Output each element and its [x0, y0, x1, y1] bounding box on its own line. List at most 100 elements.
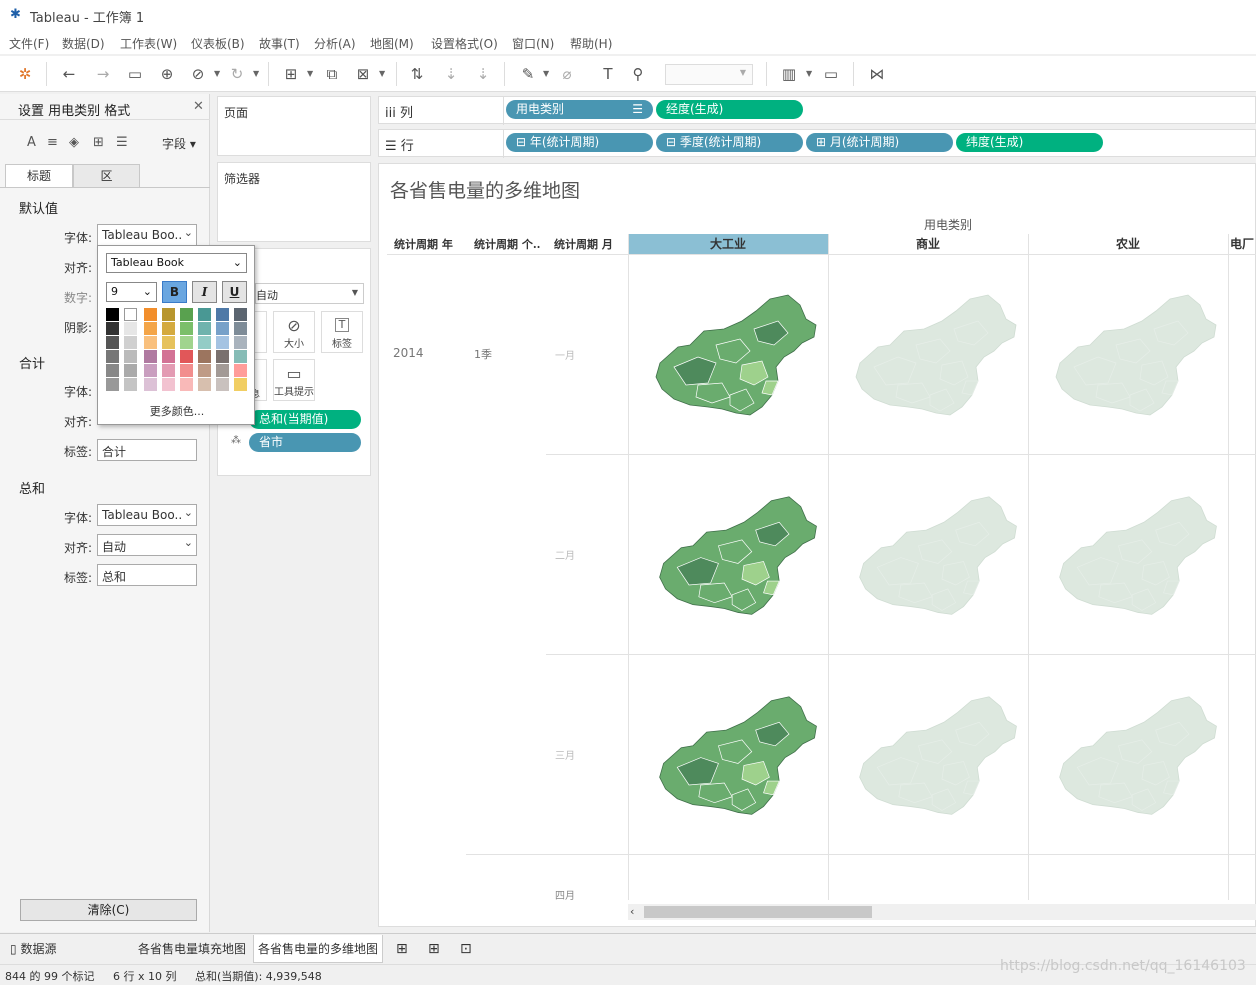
shading-icon[interactable]: ◈ [69, 135, 79, 150]
scroll-left-icon[interactable]: ‹ [630, 905, 634, 918]
color-swatch[interactable] [180, 364, 193, 377]
color-swatch[interactable] [216, 364, 229, 377]
color-swatch[interactable] [234, 364, 247, 377]
map-cell[interactable] [1028, 255, 1228, 455]
color-swatch[interactable] [124, 336, 137, 349]
category-header-power-plant[interactable]: 电厂 [1228, 234, 1256, 254]
row-pill-quarter[interactable]: ⊟ 季度(统计周期) [656, 133, 803, 152]
redo-icon[interactable]: → [92, 64, 114, 84]
fit-dropdown[interactable]: ▼ [665, 64, 753, 85]
color-swatch[interactable] [162, 322, 175, 335]
map-cell[interactable] [828, 455, 1028, 655]
color-swatch[interactable] [144, 308, 157, 321]
month-label-1[interactable]: 一月 [555, 347, 575, 362]
size-mark-button[interactable]: ⊘ 大小 [273, 311, 315, 353]
menu-help[interactable]: 帮助(H) [570, 35, 612, 52]
quarter-label[interactable]: 1季 [474, 346, 492, 362]
row-header-year[interactable]: 统计周期 年 [394, 236, 453, 252]
popup-size-dropdown[interactable]: 9 ⌄ [106, 282, 157, 302]
color-swatch[interactable] [162, 350, 175, 363]
color-swatch[interactable] [106, 350, 119, 363]
color-swatch[interactable] [198, 364, 211, 377]
filters-card[interactable]: 筛选器 [217, 162, 371, 242]
color-swatch[interactable] [106, 336, 119, 349]
month-label-4[interactable]: 四月 [555, 887, 575, 902]
month-label-2[interactable]: 二月 [555, 547, 575, 562]
color-swatch[interactable] [198, 308, 211, 321]
color-swatch[interactable] [234, 322, 247, 335]
year-label[interactable]: 2014 [393, 346, 424, 360]
swap-rows-columns-icon[interactable]: ⇅ [406, 64, 428, 84]
color-swatch[interactable] [234, 378, 247, 391]
refresh-icon[interactable]: ↻ [226, 64, 248, 84]
map-cell[interactable] [1028, 655, 1228, 855]
color-swatch[interactable] [144, 364, 157, 377]
fix-axes-icon[interactable]: ⚲ [627, 64, 649, 84]
presentation-mode-icon[interactable]: ▭ [820, 64, 842, 84]
category-header-commerce[interactable]: 商业 [828, 234, 1028, 254]
bold-button[interactable]: B [162, 281, 187, 303]
label-mark-button[interactable]: T 标签 [321, 311, 363, 353]
new-datasource-icon[interactable]: ⊕ [156, 64, 178, 84]
color-swatch[interactable] [216, 308, 229, 321]
column-pill-category[interactable]: 用电类别 ☰ [506, 100, 653, 119]
group-members-icon[interactable]: ⌀ [556, 64, 578, 84]
subtotal-label-field[interactable]: 合计 [97, 439, 197, 461]
new-dashboard-tab-icon[interactable]: ⊞ [424, 935, 444, 963]
row-header-month[interactable]: 统计周期 月 [554, 236, 613, 252]
color-swatch[interactable] [234, 350, 247, 363]
category-header-industry[interactable]: 大工业 [628, 234, 828, 254]
menu-file[interactable]: 文件(F) [9, 35, 49, 52]
sum-current-value-pill[interactable]: 总和(当期值) [249, 410, 361, 429]
show-mark-labels-icon[interactable]: T [597, 64, 619, 84]
menu-dashboard[interactable]: 仪表板(B) [191, 35, 245, 52]
row-header-quarter[interactable]: 统计周期 个.. [474, 236, 541, 252]
color-swatch[interactable] [216, 350, 229, 363]
category-header-agriculture[interactable]: 农业 [1028, 234, 1228, 254]
color-swatch[interactable] [106, 364, 119, 377]
row-pill-month[interactable]: ⊞ 月(统计周期) [806, 133, 953, 152]
color-swatch[interactable] [198, 378, 211, 391]
sort-descending-icon[interactable]: ⇣ [472, 64, 494, 84]
new-worksheet-tab-icon[interactable]: ⊞ [392, 935, 412, 963]
tab-header[interactable]: 标题 [5, 164, 73, 188]
map-cell[interactable] [628, 255, 828, 455]
menu-window[interactable]: 窗口(N) [512, 35, 554, 52]
close-icon[interactable]: ✕ [193, 99, 204, 114]
sort-ascending-icon[interactable]: ⇣ [440, 64, 462, 84]
new-worksheet-icon[interactable]: ⊞ [280, 64, 302, 84]
row-pill-year[interactable]: ⊟ 年(统计周期) [506, 133, 653, 152]
color-swatch[interactable] [216, 336, 229, 349]
underline-button[interactable]: U [222, 281, 247, 303]
map-cell[interactable] [1028, 455, 1228, 655]
fields-dropdown[interactable]: 字段 ▾ [162, 135, 196, 152]
color-swatch[interactable] [124, 322, 137, 335]
color-swatch[interactable] [144, 336, 157, 349]
color-swatch[interactable] [162, 336, 175, 349]
color-swatch[interactable] [180, 350, 193, 363]
scrollbar-thumb[interactable] [644, 906, 872, 918]
save-icon[interactable]: ▭ [124, 64, 146, 84]
map-cell[interactable] [628, 455, 828, 655]
color-swatch[interactable] [198, 350, 211, 363]
color-swatch[interactable] [106, 308, 119, 321]
menu-data[interactable]: 数据(D) [62, 35, 105, 52]
duplicate-sheet-icon[interactable]: ⧉ [321, 64, 343, 84]
color-swatch[interactable] [216, 378, 229, 391]
color-swatch[interactable] [198, 322, 211, 335]
menu-story[interactable]: 故事(T) [259, 35, 300, 52]
color-swatch[interactable] [180, 378, 193, 391]
undo-icon[interactable]: ← [58, 64, 80, 84]
font-format-icon[interactable]: A [27, 135, 36, 150]
sheet-tab-filled-map[interactable]: 各省售电量填充地图 [134, 935, 250, 963]
menu-map[interactable]: 地图(M) [370, 35, 414, 52]
datasource-tab[interactable]: ▯ 数据源 [6, 935, 60, 963]
total-label-field[interactable]: 总和 [97, 564, 197, 586]
color-swatch[interactable] [124, 364, 137, 377]
default-font-dropdown[interactable]: Tableau Boo.. ⌄ [97, 224, 197, 246]
popup-font-dropdown[interactable]: Tableau Book ⌄ [106, 253, 247, 273]
more-colors-link[interactable]: 更多颜色... [98, 403, 256, 419]
tooltip-mark-button[interactable]: ▭ 工具提示 [273, 359, 315, 401]
color-swatch[interactable] [106, 378, 119, 391]
color-swatch[interactable] [106, 322, 119, 335]
